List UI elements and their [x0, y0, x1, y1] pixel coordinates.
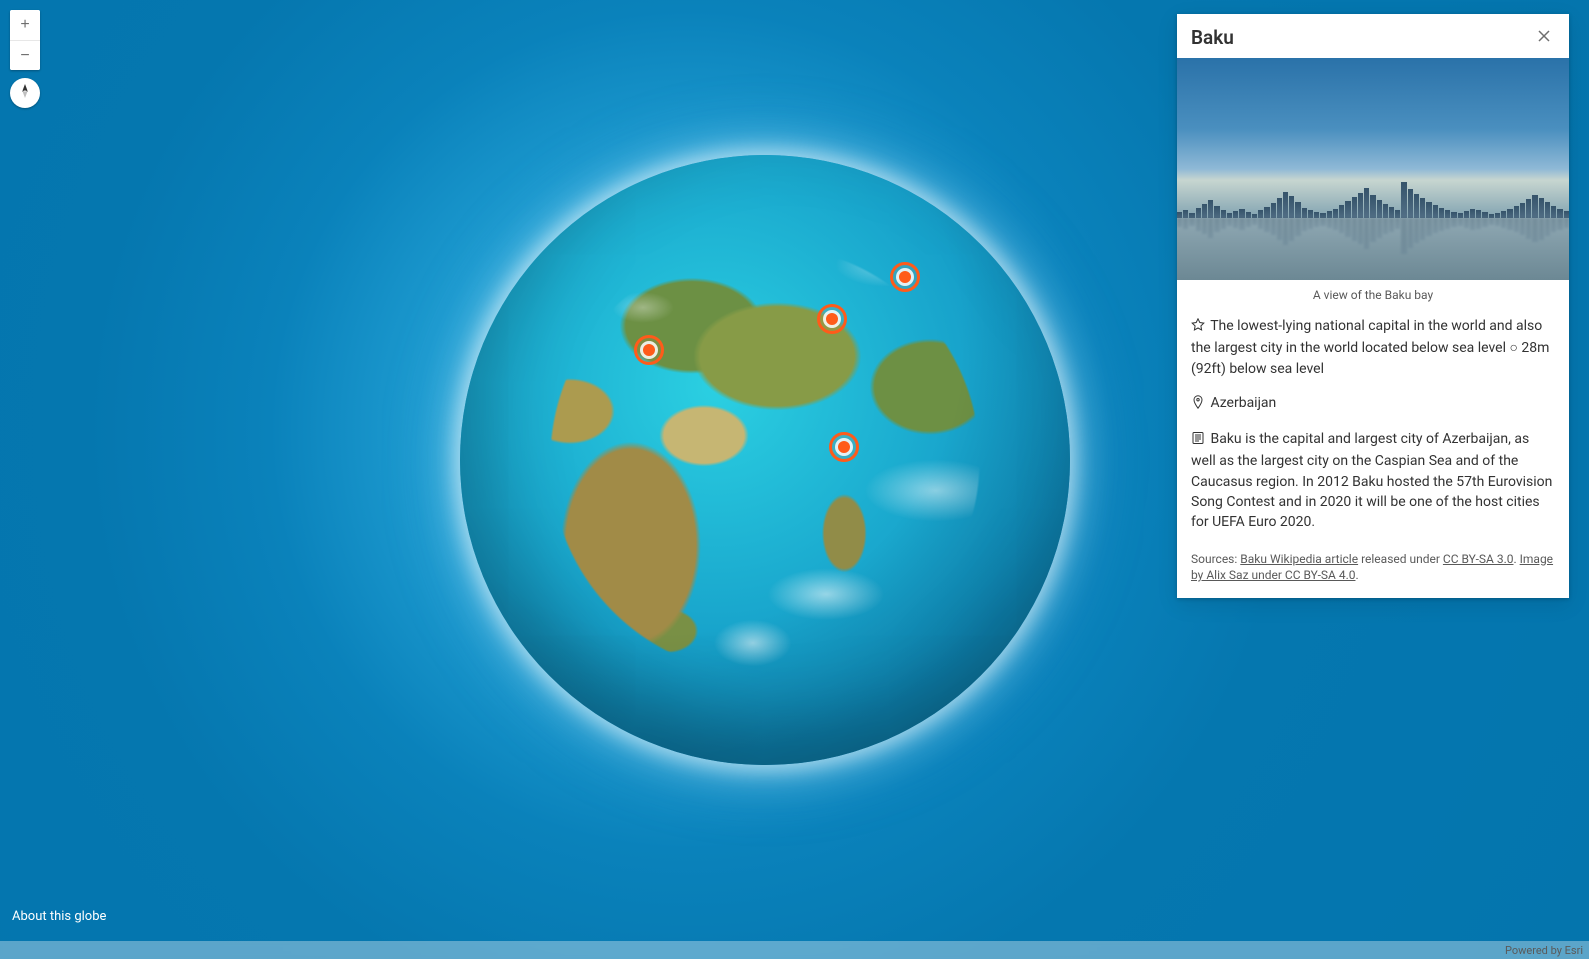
card-image-caption: A view of the Baku bay	[1177, 280, 1569, 302]
globe[interactable]	[460, 155, 1070, 765]
card-title: Baku	[1191, 26, 1234, 49]
marker-baku[interactable]	[634, 335, 664, 365]
compass-icon	[17, 83, 33, 103]
article-icon	[1191, 431, 1205, 451]
close-icon	[1537, 27, 1551, 47]
about-this-globe-link[interactable]: About this globe	[12, 909, 106, 924]
feature-info-card: Baku A view of the Baku bay The lowest-l…	[1177, 14, 1569, 598]
card-sources: Sources: Baku Wikipedia article released…	[1177, 533, 1569, 595]
star-icon	[1191, 318, 1205, 338]
marker-asia-nw[interactable]	[817, 304, 847, 334]
marker-south-asia[interactable]	[829, 432, 859, 462]
marker-asia-ne[interactable]	[890, 262, 920, 292]
attribution-text: Powered by Esri	[1505, 944, 1583, 957]
compass-button[interactable]	[10, 78, 40, 108]
globe-shading	[460, 155, 1070, 765]
attribution-bar: Powered by Esri	[0, 941, 1589, 959]
card-description: Baku is the capital and largest city of …	[1177, 415, 1569, 532]
card-close-button[interactable]	[1533, 24, 1555, 50]
location-pin-icon	[1191, 395, 1205, 415]
card-country: Azerbaijan	[1177, 379, 1569, 415]
zoom-widget: + −	[10, 10, 40, 70]
card-highlight: The lowest-lying national capital in the…	[1177, 302, 1569, 379]
card-image	[1177, 58, 1569, 280]
zoom-in-button[interactable]: +	[10, 10, 40, 40]
zoom-out-button[interactable]: −	[10, 40, 40, 70]
source-link-wikipedia[interactable]: Baku Wikipedia article	[1240, 552, 1358, 566]
source-link-ccbysa30[interactable]: CC BY-SA 3.0	[1443, 552, 1514, 566]
